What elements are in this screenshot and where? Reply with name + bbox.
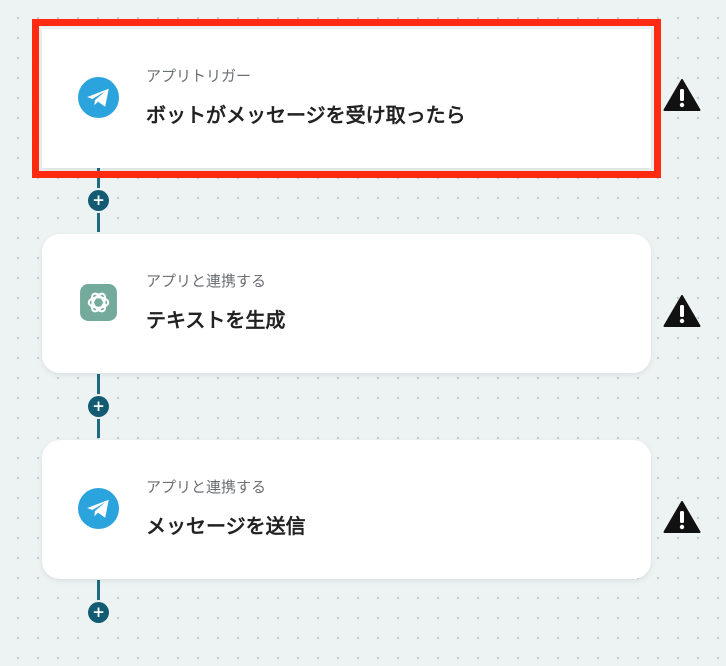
warning-icon[interactable] (663, 294, 701, 328)
step-card-send-message[interactable]: アプリと連携する メッセージを送信 (42, 440, 651, 579)
warning-icon[interactable] (663, 78, 701, 112)
step-subtitle: アプリと連携する (146, 478, 267, 496)
add-step-button[interactable]: + (88, 602, 109, 623)
step-title: テキストを生成 (146, 308, 286, 332)
add-step-button[interactable]: + (88, 396, 109, 417)
chatgpt-icon (78, 282, 119, 323)
telegram-icon (78, 488, 119, 529)
step-subtitle: アプリと連携する (146, 272, 267, 290)
add-step-button[interactable]: + (88, 190, 109, 211)
step-subtitle: アプリトリガー (146, 67, 252, 85)
step-title: メッセージを送信 (146, 514, 306, 538)
telegram-icon (78, 77, 119, 118)
step-card-trigger[interactable]: アプリトリガー ボットがメッセージを受け取ったら (32, 19, 661, 178)
warning-icon[interactable] (663, 500, 701, 534)
step-title: ボットがメッセージを受け取ったら (146, 103, 466, 127)
step-card-generate-text[interactable]: アプリと連携する テキストを生成 (42, 234, 651, 373)
